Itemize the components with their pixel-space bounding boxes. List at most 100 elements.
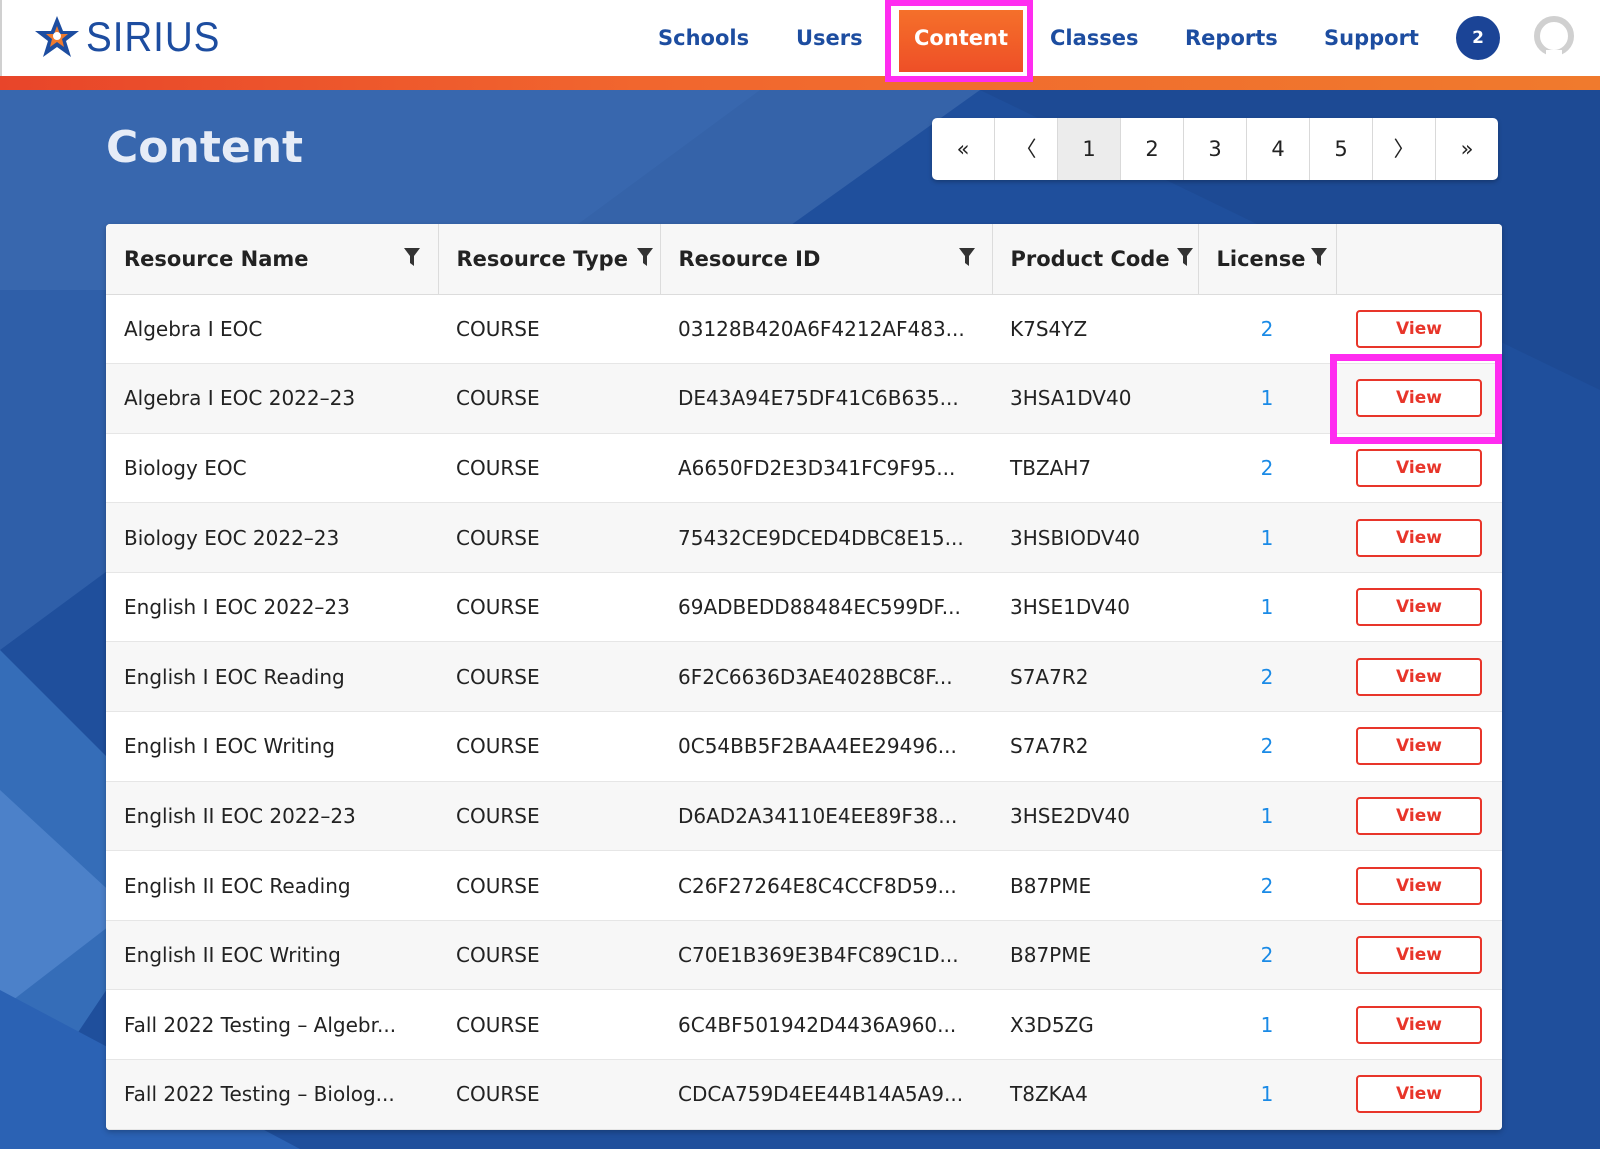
cell-resource-type: COURSE (438, 363, 660, 434)
cell-resource-type: COURSE (438, 920, 660, 991)
pagination-next[interactable]: 〉 (1373, 118, 1436, 180)
column-header-resource-type[interactable]: Resource Type (438, 224, 661, 295)
pagination-last[interactable]: » (1436, 118, 1498, 180)
column-header-resource-name[interactable]: Resource Name (106, 224, 439, 295)
column-header-label: Resource Type (456, 246, 628, 271)
cell-resource-id: C70E1B369E3B4FC89C1D... (660, 920, 992, 991)
filter-icon[interactable] (636, 248, 653, 266)
column-header-product-code[interactable]: Product Code (992, 224, 1199, 295)
nav-reports[interactable]: Reports (1185, 0, 1278, 76)
view-button[interactable]: View (1356, 727, 1482, 766)
view-button[interactable]: View (1356, 866, 1482, 905)
cell-product-code: TBZAH7 (992, 433, 1198, 504)
table-body: Algebra I EOC COURSE 03128B420A6F4212AF4… (106, 294, 1502, 1130)
cell-license-link[interactable]: 1 (1198, 572, 1336, 643)
cell-product-code: S7A7R2 (992, 711, 1198, 782)
cell-license-link[interactable]: 1 (1198, 363, 1336, 434)
pagination-page-5[interactable]: 5 (1310, 118, 1373, 180)
cell-resource-id: 6C4BF501942D4436A960... (660, 989, 992, 1061)
cell-license-link[interactable]: 2 (1198, 433, 1336, 504)
view-button[interactable]: View (1356, 1075, 1482, 1114)
nav-classes[interactable]: Classes (1050, 0, 1139, 76)
view-button[interactable]: View (1356, 657, 1482, 696)
cell-action: View (1336, 433, 1502, 504)
filter-icon[interactable] (958, 248, 975, 266)
nav-support[interactable]: Support (1324, 0, 1419, 76)
cell-license-link[interactable]: 2 (1198, 850, 1336, 921)
view-button[interactable]: View (1356, 379, 1482, 418)
cell-license-link[interactable]: 1 (1198, 1059, 1336, 1130)
cell-product-code: S7A7R2 (992, 641, 1198, 713)
top-navigation-bar: SIRIUS Schools Users Content Classes Rep… (0, 0, 1600, 76)
cell-resource-type: COURSE (438, 433, 660, 504)
cell-resource-type: COURSE (438, 989, 660, 1061)
table-row: English I EOC Writing COURSE 0C54BB5F2BA… (106, 711, 1502, 782)
cell-resource-name: Algebra I EOC (106, 294, 438, 365)
cell-resource-type: COURSE (438, 711, 660, 782)
cell-license-link[interactable]: 2 (1198, 920, 1336, 991)
cell-resource-name: English I EOC Writing (106, 711, 438, 782)
content-table: Resource Name Resource Type Resource ID … (106, 224, 1502, 1130)
cell-product-code: 3HSBIODV40 (992, 502, 1198, 573)
column-header-license[interactable]: License (1198, 224, 1337, 295)
cell-license-link[interactable]: 2 (1198, 294, 1336, 365)
cell-license-link[interactable]: 1 (1198, 781, 1336, 852)
cell-license-link[interactable]: 2 (1198, 641, 1336, 713)
cell-action: View (1336, 502, 1502, 573)
pagination-page-1[interactable]: 1 (1058, 118, 1121, 180)
cell-action: View (1336, 781, 1502, 852)
view-button[interactable]: View (1356, 309, 1482, 348)
notification-badge[interactable]: 2 (1456, 16, 1500, 60)
cell-resource-name: English II EOC Writing (106, 920, 438, 991)
pagination: « 〈 1 2 3 4 5 〉 » (932, 118, 1498, 180)
cell-action: View (1336, 572, 1502, 643)
cell-resource-name: Algebra I EOC 2022–23 (106, 363, 438, 434)
filter-icon[interactable] (404, 248, 420, 266)
cell-resource-id: 75432CE9DCED4DBC8E15... (660, 502, 992, 573)
view-button[interactable]: View (1356, 1005, 1482, 1044)
header-accent-strip (0, 76, 1600, 90)
filter-icon[interactable] (1310, 248, 1327, 266)
pagination-page-2[interactable]: 2 (1121, 118, 1184, 180)
view-button[interactable]: View (1356, 936, 1482, 975)
cell-license-link[interactable]: 1 (1198, 502, 1336, 573)
pagination-page-3[interactable]: 3 (1184, 118, 1247, 180)
table-row: Fall 2022 Testing – Algebr... COURSE 6C4… (106, 989, 1502, 1061)
cell-license-link[interactable]: 2 (1198, 711, 1336, 782)
page-title: Content (106, 122, 304, 173)
cell-action: View (1336, 989, 1502, 1061)
star-logo-icon (35, 16, 79, 57)
column-header-resource-id[interactable]: Resource ID (660, 224, 993, 295)
user-avatar-icon[interactable] (1532, 16, 1576, 60)
pagination-prev[interactable]: 〈 (995, 118, 1058, 180)
column-header-label: License (1216, 246, 1306, 271)
view-button[interactable]: View (1356, 796, 1482, 835)
pagination-page-4[interactable]: 4 (1247, 118, 1310, 180)
filter-icon[interactable] (1176, 248, 1193, 266)
cell-product-code: 3HSE2DV40 (992, 781, 1198, 852)
column-header-label: Resource ID (678, 246, 821, 271)
cell-action: View (1336, 850, 1502, 921)
view-button[interactable]: View (1356, 448, 1482, 487)
cell-product-code: X3D5ZG (992, 989, 1198, 1061)
view-button[interactable]: View (1356, 518, 1482, 557)
cell-product-code: T8ZKA4 (992, 1059, 1198, 1130)
cell-resource-id: A6650FD2E3D341FC9F95... (660, 433, 992, 504)
nav-users[interactable]: Users (796, 0, 863, 76)
cell-action: View (1336, 294, 1502, 365)
column-header-label: Resource Name (124, 246, 309, 271)
sirius-logo[interactable]: SIRIUS (34, 13, 232, 60)
cell-resource-type: COURSE (438, 572, 660, 643)
table-row: English I EOC Reading COURSE 6F2C6636D3A… (106, 641, 1502, 713)
cell-resource-id: DE43A94E75DF41C6B635... (660, 363, 992, 434)
cell-resource-type: COURSE (438, 781, 660, 852)
content-table-card: Resource Name Resource Type Resource ID … (106, 224, 1502, 1130)
view-button[interactable]: View (1356, 588, 1482, 627)
nav-schools[interactable]: Schools (658, 0, 749, 76)
pagination-first[interactable]: « (932, 118, 995, 180)
cell-resource-name: Fall 2022 Testing – Algebr... (106, 989, 438, 1061)
cell-resource-name: Biology EOC (106, 433, 438, 504)
cell-action: View (1336, 920, 1502, 991)
cell-resource-id: 0C54BB5F2BAA4EE29496... (660, 711, 992, 782)
cell-license-link[interactable]: 1 (1198, 989, 1336, 1061)
